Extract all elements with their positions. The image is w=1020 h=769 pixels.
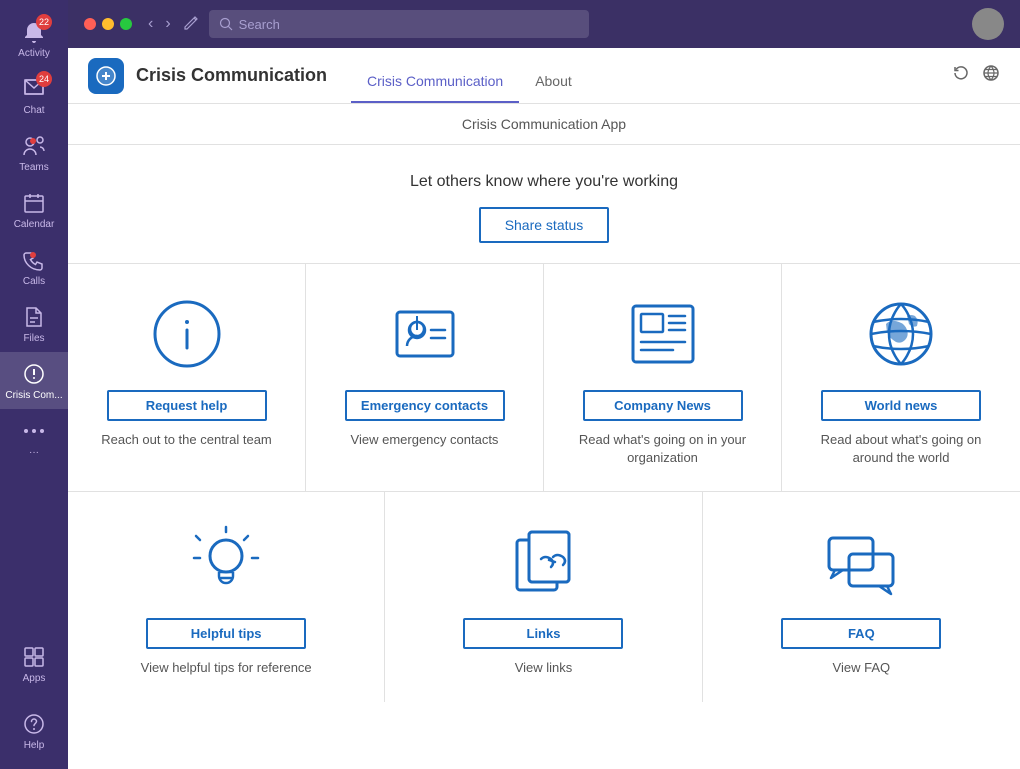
sidebar-item-more[interactable]: ··· (0, 409, 68, 466)
sidebar-item-activity[interactable]: 22 Activity (0, 10, 68, 67)
hero-text: Let others know where you're working (88, 173, 1000, 191)
card-links: Links View links (385, 492, 702, 701)
request-help-button[interactable]: Request help (107, 390, 267, 421)
sidebar-item-teams-label: Teams (19, 162, 48, 173)
sidebar-item-calendar-label: Calendar (14, 219, 55, 230)
window-minimize[interactable] (102, 18, 114, 30)
window-maximize[interactable] (120, 18, 132, 30)
sidebar-item-chat[interactable]: 24 Chat (0, 67, 68, 124)
header-actions (952, 64, 1000, 87)
sidebar-item-help-label: Help (24, 740, 45, 751)
app-icon (88, 58, 124, 94)
app-tabs: Crisis Communication About (351, 48, 588, 103)
globe-button[interactable] (982, 64, 1000, 87)
helpful-tips-button[interactable]: Helpful tips (146, 618, 306, 649)
sidebar-item-calls-label: Calls (23, 276, 45, 287)
app-title: Crisis Communication (136, 65, 327, 86)
search-icon (219, 17, 233, 31)
sidebar-item-more-label: ··· (29, 447, 39, 458)
sidebar-item-calendar[interactable]: Calendar (0, 181, 68, 238)
faq-icon (821, 522, 901, 602)
sidebar-item-teams[interactable]: Teams (0, 124, 68, 181)
sidebar: 22 Activity 24 Chat Teams (0, 0, 68, 769)
nav-back-button[interactable]: ‹ (144, 13, 157, 35)
links-icon (503, 522, 583, 602)
user-avatar[interactable] (972, 8, 1004, 40)
sidebar-item-crisis-label: Crisis Com... (5, 390, 62, 401)
links-desc: View links (515, 659, 573, 677)
helpful-tips-desc: View helpful tips for reference (141, 659, 312, 677)
cards-grid-bottom: Helpful tips View helpful tips for refer… (68, 492, 1020, 701)
world-news-desc: Read about what's going on around the wo… (802, 431, 1000, 467)
request-help-icon (147, 294, 227, 374)
nav-arrows: ‹ › (144, 13, 175, 35)
sidebar-item-apps-label: Apps (23, 673, 46, 684)
app-banner: Crisis Communication App (68, 104, 1020, 145)
card-emergency-contacts: Emergency contacts View emergency contac… (306, 264, 544, 491)
sidebar-item-files[interactable]: Files (0, 295, 68, 352)
company-news-button[interactable]: Company News (583, 390, 743, 421)
card-company-news: Company News Read what's going on in you… (544, 264, 782, 491)
sidebar-item-crisis[interactable]: Crisis Com... (0, 352, 68, 409)
request-help-desc: Reach out to the central team (101, 431, 272, 449)
emergency-contacts-icon (385, 294, 465, 374)
sidebar-item-help[interactable]: Help (0, 702, 68, 759)
titlebar: ‹ › (68, 0, 1020, 48)
card-world-news: World news Read about what's going on ar… (782, 264, 1020, 491)
emergency-contacts-button[interactable]: Emergency contacts (345, 390, 505, 421)
links-button[interactable]: Links (463, 618, 623, 649)
activity-badge: 22 (36, 14, 52, 30)
app-header: Crisis Communication Crisis Communicatio… (68, 48, 1020, 104)
main-content: ‹ › Crisis Communication C (68, 0, 1020, 769)
nav-forward-button[interactable]: › (161, 13, 174, 35)
company-news-desc: Read what's going on in your organizatio… (564, 431, 761, 467)
content-inner: Crisis Communication App Let others know… (68, 104, 1020, 769)
emergency-contacts-desc: View emergency contacts (351, 431, 499, 449)
window-controls (84, 18, 132, 30)
faq-desc: View FAQ (833, 659, 891, 677)
tab-about[interactable]: About (519, 73, 588, 103)
hero-section: Let others know where you're working Sha… (68, 145, 1020, 264)
search-input[interactable] (239, 17, 579, 32)
search-bar[interactable] (209, 10, 589, 38)
tab-crisis-communication[interactable]: Crisis Communication (351, 73, 519, 103)
world-news-icon (861, 294, 941, 374)
compose-button[interactable] (183, 13, 201, 36)
faq-button[interactable]: FAQ (781, 618, 941, 649)
sidebar-item-activity-label: Activity (18, 48, 50, 59)
card-faq: FAQ View FAQ (703, 492, 1020, 701)
company-news-icon (623, 294, 703, 374)
chat-badge: 24 (36, 71, 52, 87)
share-status-button[interactable]: Share status (479, 207, 610, 243)
sidebar-item-files-label: Files (23, 333, 44, 344)
teams-dot (30, 138, 36, 144)
card-request-help: Request help Reach out to the central te… (68, 264, 306, 491)
refresh-button[interactable] (952, 64, 970, 87)
sidebar-item-calls[interactable]: Calls (0, 238, 68, 295)
sidebar-item-chat-label: Chat (23, 105, 44, 116)
calls-dot (30, 252, 36, 258)
helpful-tips-icon (186, 522, 266, 602)
card-helpful-tips: Helpful tips View helpful tips for refer… (68, 492, 385, 701)
sidebar-item-apps[interactable]: Apps (0, 635, 68, 692)
window-close[interactable] (84, 18, 96, 30)
world-news-button[interactable]: World news (821, 390, 981, 421)
content-area: Crisis Communication App Let others know… (68, 104, 1020, 769)
cards-grid-top: Request help Reach out to the central te… (68, 264, 1020, 492)
